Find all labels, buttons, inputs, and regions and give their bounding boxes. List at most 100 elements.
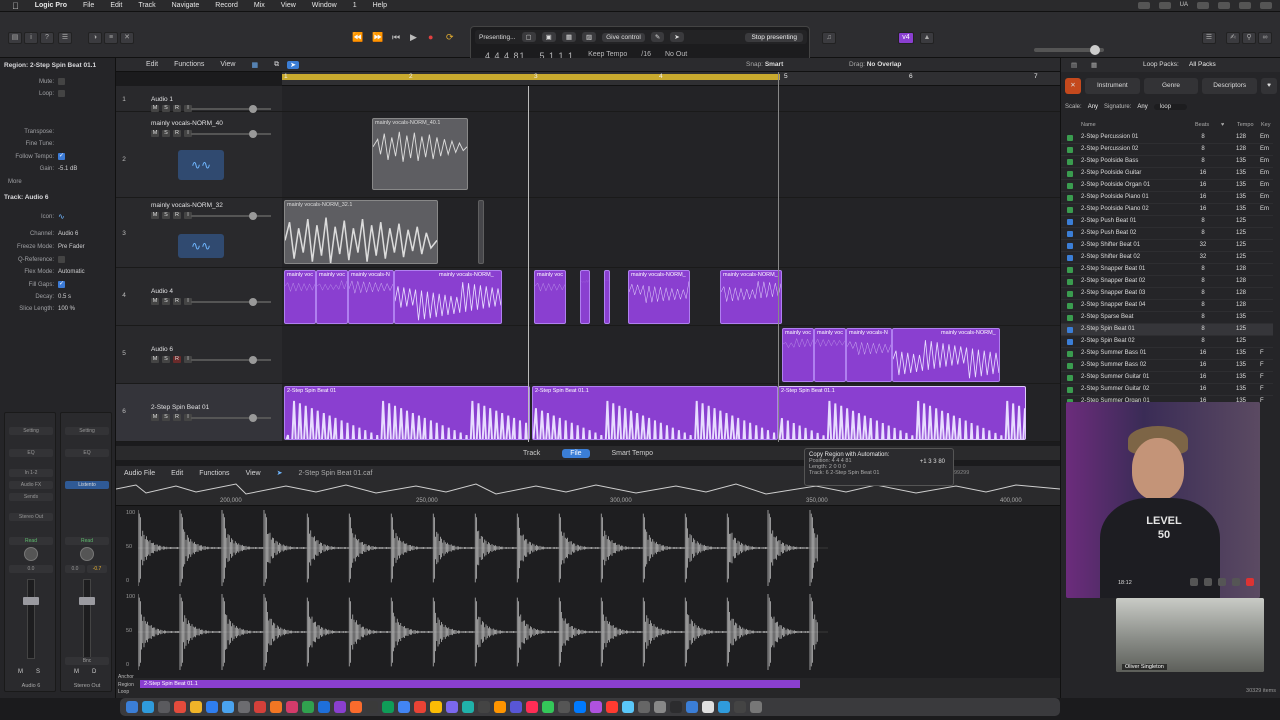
loop-checkbox[interactable] xyxy=(58,90,65,97)
editor-region-strip[interactable]: 2-Step Spin Beat 01.1 xyxy=(140,680,800,688)
lane-5[interactable]: mainly voc mainly voc mainly vocals-N ma… xyxy=(282,326,1060,384)
region-vocals-40[interactable]: mainly vocals-NORM_40.1 xyxy=(372,118,468,190)
menu-track[interactable]: Track xyxy=(130,2,163,9)
solo-button[interactable]: S xyxy=(162,414,170,421)
strip2-input[interactable]: Listento xyxy=(65,481,109,489)
menu-record[interactable]: Record xyxy=(207,2,246,9)
solo-button[interactable]: S xyxy=(162,298,170,305)
dock-app-icon[interactable] xyxy=(366,701,378,713)
forward-icon[interactable]: ⏩ xyxy=(372,32,383,43)
list-item[interactable]: 2-Step Shifter Beat 02 32 125 xyxy=(1061,252,1273,264)
mute-button[interactable]: M xyxy=(151,105,159,112)
decay-row[interactable]: Decay: 0.5 s xyxy=(0,291,116,302)
inspector-button[interactable]: i xyxy=(24,32,38,44)
region-a4-9[interactable]: mainly vocals-NORM_ xyxy=(720,270,782,324)
dock-app-icon[interactable] xyxy=(382,701,394,713)
dock-app-icon[interactable] xyxy=(574,701,586,713)
mute-button[interactable]: M xyxy=(151,298,159,305)
menu-mix[interactable]: Mix xyxy=(246,2,273,9)
annotate-icon[interactable]: ✎ xyxy=(650,32,665,42)
strip-sends[interactable]: Sends xyxy=(9,493,53,501)
loop-grid-icon[interactable]: ▦ xyxy=(1091,61,1097,69)
dock-app-icon[interactable] xyxy=(526,701,538,713)
record-enable-button[interactable]: R xyxy=(173,105,181,112)
strip2-fader-cap[interactable] xyxy=(79,597,95,605)
list-item[interactable]: 2-Step Summer Guitar 01 16 135 F xyxy=(1061,372,1273,384)
dock-app-icon[interactable] xyxy=(126,701,138,713)
tab-instrument[interactable]: Instrument xyxy=(1085,78,1140,94)
menu-navigate[interactable]: Navigate xyxy=(164,2,208,9)
col-key[interactable]: Key xyxy=(1261,122,1270,128)
col-name[interactable]: Name xyxy=(1081,122,1096,128)
strip-mute[interactable]: M xyxy=(18,669,23,675)
list-item[interactable]: 2-Step Shifter Beat 01 32 125 xyxy=(1061,240,1273,252)
help-button[interactable]: ? xyxy=(40,32,54,44)
waveform-icon[interactable]: ∿ xyxy=(58,212,65,221)
strip-audio-fx[interactable]: Audio FX xyxy=(9,481,53,489)
dock-app-icon[interactable] xyxy=(654,701,666,713)
mute-button[interactable]: M xyxy=(151,130,159,137)
track-header-1[interactable]: 1 Audio 1 MSRI xyxy=(116,86,282,113)
record-icon[interactable]: ● xyxy=(428,32,433,42)
region-a4-6[interactable] xyxy=(580,270,590,324)
loop-packs-select[interactable]: All Packs xyxy=(1189,61,1216,68)
dock-app-icon[interactable] xyxy=(638,701,650,713)
bar-ruler[interactable]: 1 2 3 4 5 6 7 xyxy=(282,72,1060,86)
col-tempo[interactable]: Tempo xyxy=(1237,122,1254,128)
mute-button[interactable]: M xyxy=(151,414,159,421)
strip-setting[interactable]: Setting xyxy=(9,427,53,435)
dropbox-icon[interactable] xyxy=(1137,2,1150,9)
list-item[interactable]: 2-Step Spin Beat 02 8 125 xyxy=(1061,336,1273,348)
record-enable-button[interactable]: R xyxy=(173,130,181,137)
dock-app-icon[interactable] xyxy=(174,701,186,713)
strip-output[interactable]: Stereo Out xyxy=(9,513,53,521)
list-item[interactable]: 2-Step Summer Guitar 02 16 135 F xyxy=(1061,384,1273,396)
share-layout-icon[interactable]: ▦ xyxy=(561,32,576,42)
region-vocals-stub[interactable] xyxy=(478,200,484,264)
tuner-button[interactable]: ♫ xyxy=(822,32,836,44)
strip-eq[interactable]: EQ xyxy=(9,449,53,457)
tab-genre[interactable]: Genre xyxy=(1143,78,1199,94)
tab-descriptors[interactable]: Descriptors xyxy=(1202,78,1258,94)
dock-app-icon[interactable] xyxy=(670,701,682,713)
snap-control[interactable]: Snap: Smart xyxy=(746,61,783,68)
region-a6-1[interactable]: mainly voc xyxy=(782,328,814,382)
more-disclosure[interactable]: More xyxy=(0,176,116,187)
track-volume-slider[interactable] xyxy=(191,130,271,138)
dock-app-icon[interactable] xyxy=(206,701,218,713)
strip-volume-fader[interactable] xyxy=(27,579,35,659)
region-spin-beat-3[interactable]: 2-Step Spin Beat 01.1 xyxy=(778,386,1026,440)
loop-tab-icon[interactable]: ▤ xyxy=(1071,61,1077,69)
fill-gaps-checkbox[interactable]: ✓ xyxy=(58,281,65,288)
strip-pan-knob[interactable] xyxy=(24,547,38,561)
toolbar-button[interactable]: ☰ xyxy=(58,32,72,44)
freeze-mode-row[interactable]: Freeze Mode: Pre Fader xyxy=(0,241,116,252)
track-volume-slider[interactable] xyxy=(191,298,271,306)
menu-file[interactable]: File xyxy=(75,2,102,9)
solo-button[interactable]: S xyxy=(162,212,170,219)
region-a4-8[interactable]: mainly vocals-NORM_ xyxy=(628,270,690,324)
lane-1[interactable] xyxy=(282,86,1060,112)
dock-app-icon[interactable] xyxy=(622,701,634,713)
list-item[interactable]: 2-Step Summer Bass 02 16 135 F xyxy=(1061,360,1273,372)
list-item[interactable]: 2-Step Snapper Beat 04 8 128 xyxy=(1061,300,1273,312)
dock-app-icon[interactable] xyxy=(238,701,250,713)
list-item[interactable]: 2-Step Percussion 02 8 128 Em xyxy=(1061,144,1273,156)
keyboard-layout[interactable]: UA xyxy=(1180,2,1188,9)
track-inspector-title[interactable]: Track: Audio 6 xyxy=(4,194,49,201)
smart-controls-button[interactable]: ◑ xyxy=(88,32,102,44)
strip2-setting[interactable]: Setting xyxy=(65,427,109,435)
dock-app-icon[interactable] xyxy=(302,701,314,713)
master-volume-knob[interactable] xyxy=(1090,45,1100,55)
list-item[interactable]: 2-Step Poolside Organ 01 16 135 Em xyxy=(1061,180,1273,192)
region-a4-2[interactable]: mainly voc xyxy=(316,270,348,324)
share-region-icon[interactable]: ▨ xyxy=(581,32,597,42)
lane-6[interactable]: 2-Step Spin Beat 01 2-Step Spin Beat 01.… xyxy=(282,384,1060,442)
track-volume-slider[interactable] xyxy=(191,356,271,364)
record-enable-button[interactable]: R xyxy=(173,298,181,305)
dock-app-icon[interactable] xyxy=(286,701,298,713)
list-item[interactable]: 2-Step Poolside Piano 01 16 135 Em xyxy=(1061,192,1273,204)
library-button[interactable]: ▤ xyxy=(8,32,22,44)
list-item[interactable]: 2-Step Percussion 01 8 128 Em xyxy=(1061,132,1273,144)
battery-icon[interactable] xyxy=(1239,2,1251,9)
